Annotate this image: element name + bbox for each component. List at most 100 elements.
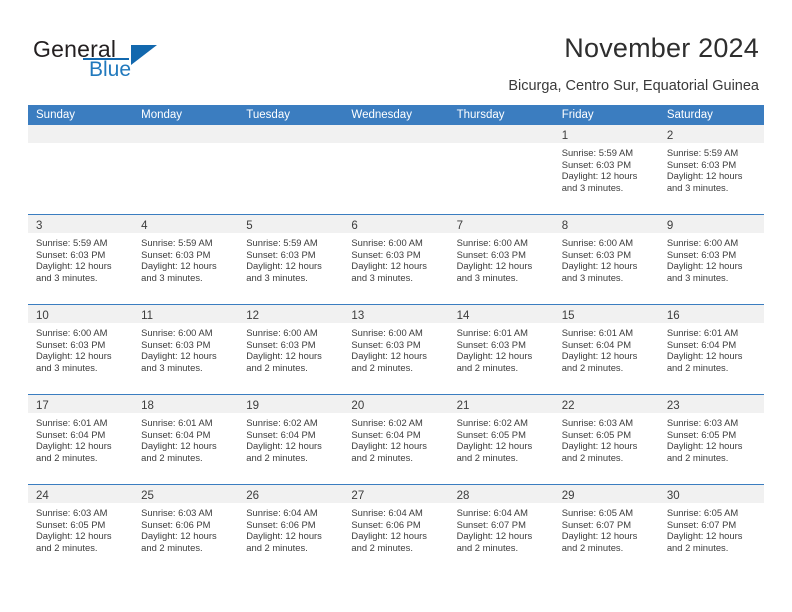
daylight-text-cont: and 2 minutes. — [561, 451, 624, 463]
day-details: Sunrise: 6:05 AM Sunset: 6:07 PM Daylight:… — [554, 503, 659, 553]
sunset-text: Sunset: 6:03 PM — [36, 248, 106, 260]
day-number: 4 — [141, 220, 148, 232]
calendar-day-cell[interactable]: 16 Sunrise: 6:01 AM Sunset: 6:04 PM Dayligh… — [658, 305, 764, 394]
day-details: Sunrise: 6:00 AM Sunset: 6:03 PM Daylight:… — [343, 323, 448, 373]
daylight-text: Daylight: 12 hours — [351, 260, 427, 272]
daylight-text: Daylight: 12 hours — [141, 440, 217, 452]
day-number: 28 — [456, 490, 470, 502]
sunset-text: Sunset: 6:04 PM — [351, 428, 421, 440]
calendar-day-cell[interactable]: 15 Sunrise: 6:01 AM Sunset: 6:04 PM Dayligh… — [553, 305, 659, 394]
sunrise-text: Sunrise: 6:00 AM — [666, 237, 739, 248]
calendar-day-cell[interactable]: 6 Sunrise: 6:00 AM Sunset: 6:03 PM Daylight… — [343, 215, 449, 304]
sunrise-text: Sunrise: 6:00 AM — [456, 237, 528, 248]
daylight-text-cont: and 3 minutes. — [456, 271, 519, 283]
sunset-text: Sunset: 6:03 PM — [561, 248, 632, 260]
daylight-text-cont: and 2 minutes. — [666, 361, 729, 373]
calendar-week-row: 1 Sunrise: 5:59 AM Sunset: 6:03 PM Daylight… — [28, 125, 764, 214]
sunrise-text: Sunrise: 6:00 AM — [246, 327, 318, 338]
sunrise-text: Sunrise: 6:02 AM — [246, 417, 318, 428]
day-number-bar — [133, 125, 239, 143]
daylight-text-cont: and 2 minutes. — [36, 541, 98, 553]
daylight-text-cont: and 2 minutes. — [666, 451, 729, 463]
daylight-text-cont: and 3 minutes. — [561, 181, 624, 193]
calendar-day-cell[interactable]: 30 Sunrise: 6:05 AM Sunset: 6:07 PM Dayligh… — [658, 485, 764, 574]
calendar-day-cell[interactable]: 3 Sunrise: 5:59 AM Sunset: 6:03 PM Daylight… — [28, 215, 134, 304]
day-details: Sunrise: 6:00 AM Sunset: 6:03 PM Daylight:… — [28, 323, 133, 373]
day-number-bar: 18 — [133, 395, 239, 413]
calendar-day-cell-empty — [448, 125, 554, 214]
sunrise-text: Sunrise: 5:59 AM — [36, 237, 108, 248]
day-details: Sunrise: 5:59 AM Sunset: 6:03 PM Daylight:… — [28, 233, 133, 283]
calendar-day-cell[interactable]: 20 Sunrise: 6:02 AM Sunset: 6:04 PM Dayligh… — [343, 395, 449, 484]
day-number: 7 — [456, 220, 463, 232]
day-number: 17 — [36, 400, 49, 412]
calendar-day-cell[interactable]: 5 Sunrise: 5:59 AM Sunset: 6:03 PM Daylight… — [238, 215, 344, 304]
day-number-bar: 28 — [448, 485, 554, 503]
day-details: Sunrise: 6:04 AM Sunset: 6:07 PM Daylight:… — [449, 503, 554, 553]
calendar-day-cell[interactable]: 13 Sunrise: 6:00 AM Sunset: 6:03 PM Dayligh… — [343, 305, 449, 394]
sunset-text: Sunset: 6:04 PM — [561, 338, 632, 350]
sunrise-text: Sunrise: 6:00 AM — [561, 237, 634, 248]
calendar-day-cell[interactable]: 10 Sunrise: 6:00 AM Sunset: 6:03 PM Dayligh… — [28, 305, 134, 394]
sunrise-text: Sunrise: 6:03 AM — [36, 507, 108, 518]
sunrise-text: Sunrise: 5:59 AM — [246, 237, 318, 248]
weekday-header-thursday: Thursday — [456, 109, 505, 121]
calendar-day-cell[interactable]: 24 Sunrise: 6:03 AM Sunset: 6:05 PM Dayligh… — [28, 485, 134, 574]
daylight-text: Daylight: 12 hours — [141, 260, 217, 272]
calendar-day-cell[interactable]: 29 Sunrise: 6:05 AM Sunset: 6:07 PM Dayligh… — [553, 485, 659, 574]
calendar-day-cell[interactable]: 22 Sunrise: 6:03 AM Sunset: 6:05 PM Dayligh… — [553, 395, 659, 484]
sunrise-text: Sunrise: 6:05 AM — [666, 507, 739, 518]
calendar-day-cell[interactable]: 27 Sunrise: 6:04 AM Sunset: 6:06 PM Dayligh… — [343, 485, 449, 574]
day-number-bar: 1 — [553, 125, 659, 143]
daylight-text-cont: and 2 minutes. — [561, 541, 624, 553]
calendar-day-cell[interactable]: 14 Sunrise: 6:01 AM Sunset: 6:03 PM Dayligh… — [448, 305, 554, 394]
day-details: Sunrise: 6:00 AM Sunset: 6:03 PM Daylight:… — [238, 323, 343, 373]
daylight-text-cont: and 2 minutes. — [141, 541, 203, 553]
triangle-flag-icon — [131, 45, 157, 65]
daylight-text: Daylight: 12 hours — [456, 530, 533, 542]
calendar-day-cell[interactable]: 8 Sunrise: 6:00 AM Sunset: 6:03 PM Daylight… — [553, 215, 659, 304]
calendar-day-cell[interactable]: 11 Sunrise: 6:00 AM Sunset: 6:03 PM Dayligh… — [133, 305, 239, 394]
weekday-header-tuesday: Tuesday — [246, 109, 290, 121]
calendar-day-cell[interactable]: 23 Sunrise: 6:03 AM Sunset: 6:05 PM Dayligh… — [658, 395, 764, 484]
daylight-text: Daylight: 12 hours — [351, 530, 427, 542]
calendar-day-cell[interactable]: 2 Sunrise: 5:59 AM Sunset: 6:03 PM Daylight… — [658, 125, 764, 214]
day-number: 19 — [246, 400, 260, 412]
daylight-text: Daylight: 12 hours — [141, 350, 217, 362]
day-number-bar: 22 — [553, 395, 659, 413]
day-number: 1 — [561, 130, 569, 142]
calendar-day-cell[interactable]: 7 Sunrise: 6:00 AM Sunset: 6:03 PM Daylight… — [448, 215, 554, 304]
page-subtitle: Bicurga, Centro Sur, Equatorial Guinea — [508, 78, 759, 94]
calendar-day-cell[interactable]: 4 Sunrise: 5:59 AM Sunset: 6:03 PM Daylight… — [133, 215, 239, 304]
calendar-day-cell[interactable]: 28 Sunrise: 6:04 AM Sunset: 6:07 PM Dayligh… — [448, 485, 554, 574]
daylight-text: Daylight: 12 hours — [246, 530, 322, 542]
day-number: 27 — [351, 490, 365, 502]
day-number-bar — [28, 125, 134, 143]
brand-name-blue: Blue — [89, 58, 132, 81]
daylight-text: Daylight: 12 hours — [561, 530, 638, 542]
calendar-day-cell[interactable]: 25 Sunrise: 6:03 AM Sunset: 6:06 PM Dayligh… — [133, 485, 239, 574]
daylight-text-cont: and 2 minutes. — [246, 451, 308, 463]
calendar-day-cell[interactable]: 19 Sunrise: 6:02 AM Sunset: 6:04 PM Dayligh… — [238, 395, 344, 484]
day-details — [238, 143, 343, 147]
weekday-header-friday: Friday — [561, 109, 594, 121]
sunset-text: Sunset: 6:07 PM — [666, 518, 737, 530]
sunrise-text: Sunrise: 6:03 AM — [561, 417, 634, 428]
day-number: 3 — [36, 220, 43, 232]
calendar-day-cell[interactable]: 26 Sunrise: 6:04 AM Sunset: 6:06 PM Dayligh… — [238, 485, 344, 574]
sunset-text: Sunset: 6:03 PM — [351, 248, 421, 260]
general-blue-logo[interactable]: General Blue — [33, 36, 263, 88]
calendar-day-cell[interactable]: 12 Sunrise: 6:00 AM Sunset: 6:03 PM Dayligh… — [238, 305, 344, 394]
day-number-bar — [448, 125, 554, 143]
calendar-day-cell[interactable]: 21 Sunrise: 6:02 AM Sunset: 6:05 PM Dayligh… — [448, 395, 554, 484]
day-number-bar: 11 — [133, 305, 239, 323]
day-details: Sunrise: 6:01 AM Sunset: 6:04 PM Daylight:… — [659, 323, 764, 373]
sunset-text: Sunset: 6:04 PM — [36, 428, 106, 440]
calendar-day-cell[interactable]: 9 Sunrise: 6:00 AM Sunset: 6:03 PM Daylight… — [658, 215, 764, 304]
day-number: 8 — [561, 220, 569, 232]
calendar-day-cell[interactable]: 17 Sunrise: 6:01 AM Sunset: 6:04 PM Dayligh… — [28, 395, 134, 484]
calendar-day-cell[interactable]: 1 Sunrise: 5:59 AM Sunset: 6:03 PM Daylight… — [553, 125, 659, 214]
day-number: 22 — [561, 400, 575, 412]
calendar-day-cell-empty — [238, 125, 344, 214]
calendar-day-cell[interactable]: 18 Sunrise: 6:01 AM Sunset: 6:04 PM Dayligh… — [133, 395, 239, 484]
